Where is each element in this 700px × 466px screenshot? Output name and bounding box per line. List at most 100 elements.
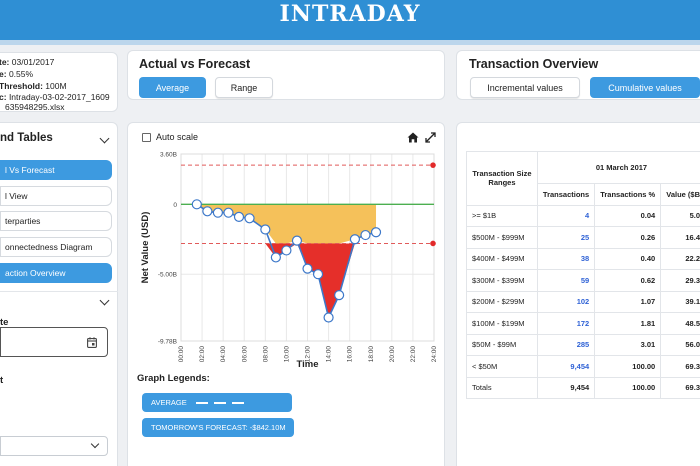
data-point — [312, 269, 324, 280]
cell-transactions-pct: 0.26 — [594, 226, 662, 249]
cell-transactions[interactable]: 4 — [536, 204, 596, 227]
cell-value: 56.0 — [660, 333, 700, 356]
cell-range: Totals — [466, 376, 538, 399]
header-transactions-pct: Transactions % — [594, 183, 662, 206]
cell-value: 5.0 — [660, 204, 700, 227]
expand-icon[interactable] — [425, 132, 436, 143]
section-label: t — [0, 375, 4, 386]
chevron-down-icon[interactable] — [99, 295, 110, 306]
cell-transactions[interactable]: 172 — [536, 312, 596, 335]
x-tick-label: 08:00 — [262, 346, 269, 363]
sidebar-item-counterparties[interactable]: terparties — [0, 211, 112, 231]
x-tick-label: 20:00 — [389, 346, 396, 363]
actual-vs-forecast-title: Actual vs Forecast — [139, 57, 251, 71]
x-tick-label: 18:00 — [368, 346, 375, 363]
cell-range: < $50M — [466, 355, 538, 378]
graph-card: Auto scale 3.60B 0 -5.00B -9.78B 00:00 02:00 0… — [127, 122, 445, 466]
sidebar-title: nd Tables — [0, 132, 53, 144]
info-rate: e: 0.55% — [0, 69, 34, 79]
cell-value: 22.2 — [660, 247, 700, 270]
cell-transactions[interactable]: 285 — [536, 333, 596, 356]
data-point — [202, 206, 213, 217]
data-point — [370, 227, 382, 238]
info-date: te: 03/01/2017 — [0, 57, 55, 67]
header-transactions: Transactions — [536, 183, 596, 206]
data-point — [212, 207, 223, 218]
transaction-overview-title: Transaction Overview — [469, 57, 599, 71]
cell-transactions-pct: 0.40 — [594, 247, 662, 270]
table-row: $300M - $399M 59 0.62 29.3 — [466, 269, 700, 292]
y-axis-title: Net Value (USD) — [140, 212, 151, 284]
y-tick-label: 3.60B — [160, 152, 177, 159]
x-tick-label: 04:00 — [220, 346, 227, 363]
calendar-icon[interactable] — [87, 337, 97, 348]
cell-range: $200M - $299M — [466, 290, 538, 313]
cell-value: 69.3 — [660, 376, 700, 399]
chevron-down-icon[interactable] — [99, 133, 110, 144]
table-row: $400M - $499M 38 0.40 22.2 — [466, 247, 700, 270]
area-fill-above-range — [196, 204, 377, 244]
app-title: INTRADAY — [279, 1, 421, 27]
data-point — [244, 213, 255, 224]
cell-transactions-pct: 1.07 — [594, 290, 662, 313]
table-row: < $50M 9,454 100.00 69.3 — [466, 355, 700, 378]
legend-average: AVERAGE — [142, 393, 292, 412]
info-file: c: Intraday-03-02-2017_1609 — [0, 92, 110, 102]
cell-value: 48.5 — [660, 312, 700, 335]
date-input[interactable] — [0, 327, 108, 357]
x-tick-label: 10:00 — [283, 346, 290, 363]
legend-tomorrows-forecast: TOMORROW'S FORECAST: -$842.10M — [142, 418, 294, 437]
header-date: 01 March 2017 — [536, 151, 700, 184]
sidebar-item-transaction-overview[interactable]: action Overview — [0, 263, 112, 283]
range-button[interactable]: Range — [215, 77, 273, 98]
cell-value: 29.3 — [660, 269, 700, 292]
incremental-values-button[interactable]: Incremental values — [470, 77, 580, 98]
x-tick-label: 14:00 — [326, 346, 333, 363]
table-row: Totals 9,454 100.00 69.3 — [466, 376, 700, 399]
x-tick-label: 16:00 — [347, 346, 354, 363]
transaction-overview-card: Transaction Overview Incremental values … — [456, 50, 700, 100]
header-ranges: Transaction Size Ranges — [466, 151, 538, 206]
sidebar-item-view[interactable]: l View — [0, 186, 112, 206]
cell-range: $400M - $499M — [466, 247, 538, 270]
info-file-cont: 635948295.xlsx — [5, 102, 65, 112]
data-point — [334, 290, 345, 301]
info-threshold: Threshold: 100M — [0, 81, 67, 91]
cell-transactions[interactable]: 25 — [536, 226, 596, 249]
cell-value: 16.4 — [660, 226, 700, 249]
upper-range-marker — [430, 162, 436, 168]
cell-value: 39.1 — [660, 290, 700, 313]
data-point — [291, 235, 303, 246]
data-point — [323, 312, 334, 323]
chevron-down-icon — [90, 439, 100, 449]
cell-transactions-pct: 100.00 — [594, 376, 662, 399]
cell-range: $500M - $999M — [466, 226, 538, 249]
transaction-size-table: Transaction Size Ranges 01 March 2017 Tr… — [466, 151, 700, 399]
data-point — [281, 245, 292, 256]
cell-range: $50M - $99M — [466, 333, 538, 356]
x-tick-label: 00:00 — [178, 346, 185, 363]
cell-transactions[interactable]: 102 — [536, 290, 596, 313]
cell-transactions[interactable]: 59 — [536, 269, 596, 292]
header-shadow — [0, 40, 700, 45]
actual-vs-forecast-card: Actual vs Forecast Average Range — [127, 50, 445, 100]
sidebar-item-actual-vs-forecast[interactable]: l Vs Forecast — [0, 160, 112, 180]
auto-scale-checkbox[interactable] — [142, 133, 151, 142]
sidebar-divider — [0, 291, 118, 292]
cell-transactions-pct: 0.62 — [594, 269, 662, 292]
cell-transactions[interactable]: 38 — [536, 247, 596, 270]
x-tick-label: 24:00 — [431, 346, 438, 363]
average-button[interactable]: Average — [139, 77, 206, 98]
home-icon[interactable] — [407, 132, 419, 143]
dropdown-select[interactable] — [0, 436, 108, 456]
cell-value: 69.3 — [660, 355, 700, 378]
table-row: $500M - $999M 25 0.26 16.4 — [466, 226, 700, 249]
data-point — [233, 211, 245, 222]
cell-transactions[interactable]: 9,454 — [536, 355, 596, 378]
cumulative-values-button[interactable]: Cumulative values — [590, 77, 700, 98]
data-point — [270, 252, 281, 263]
table-row: >= $1B 4 0.04 5.0 — [466, 204, 700, 227]
cell-transactions-pct: 0.04 — [594, 204, 662, 227]
sidebar-item-connectedness-diagram[interactable]: onnectedness Diagram — [0, 237, 112, 257]
app-header: INTRADAY — [0, 0, 700, 40]
